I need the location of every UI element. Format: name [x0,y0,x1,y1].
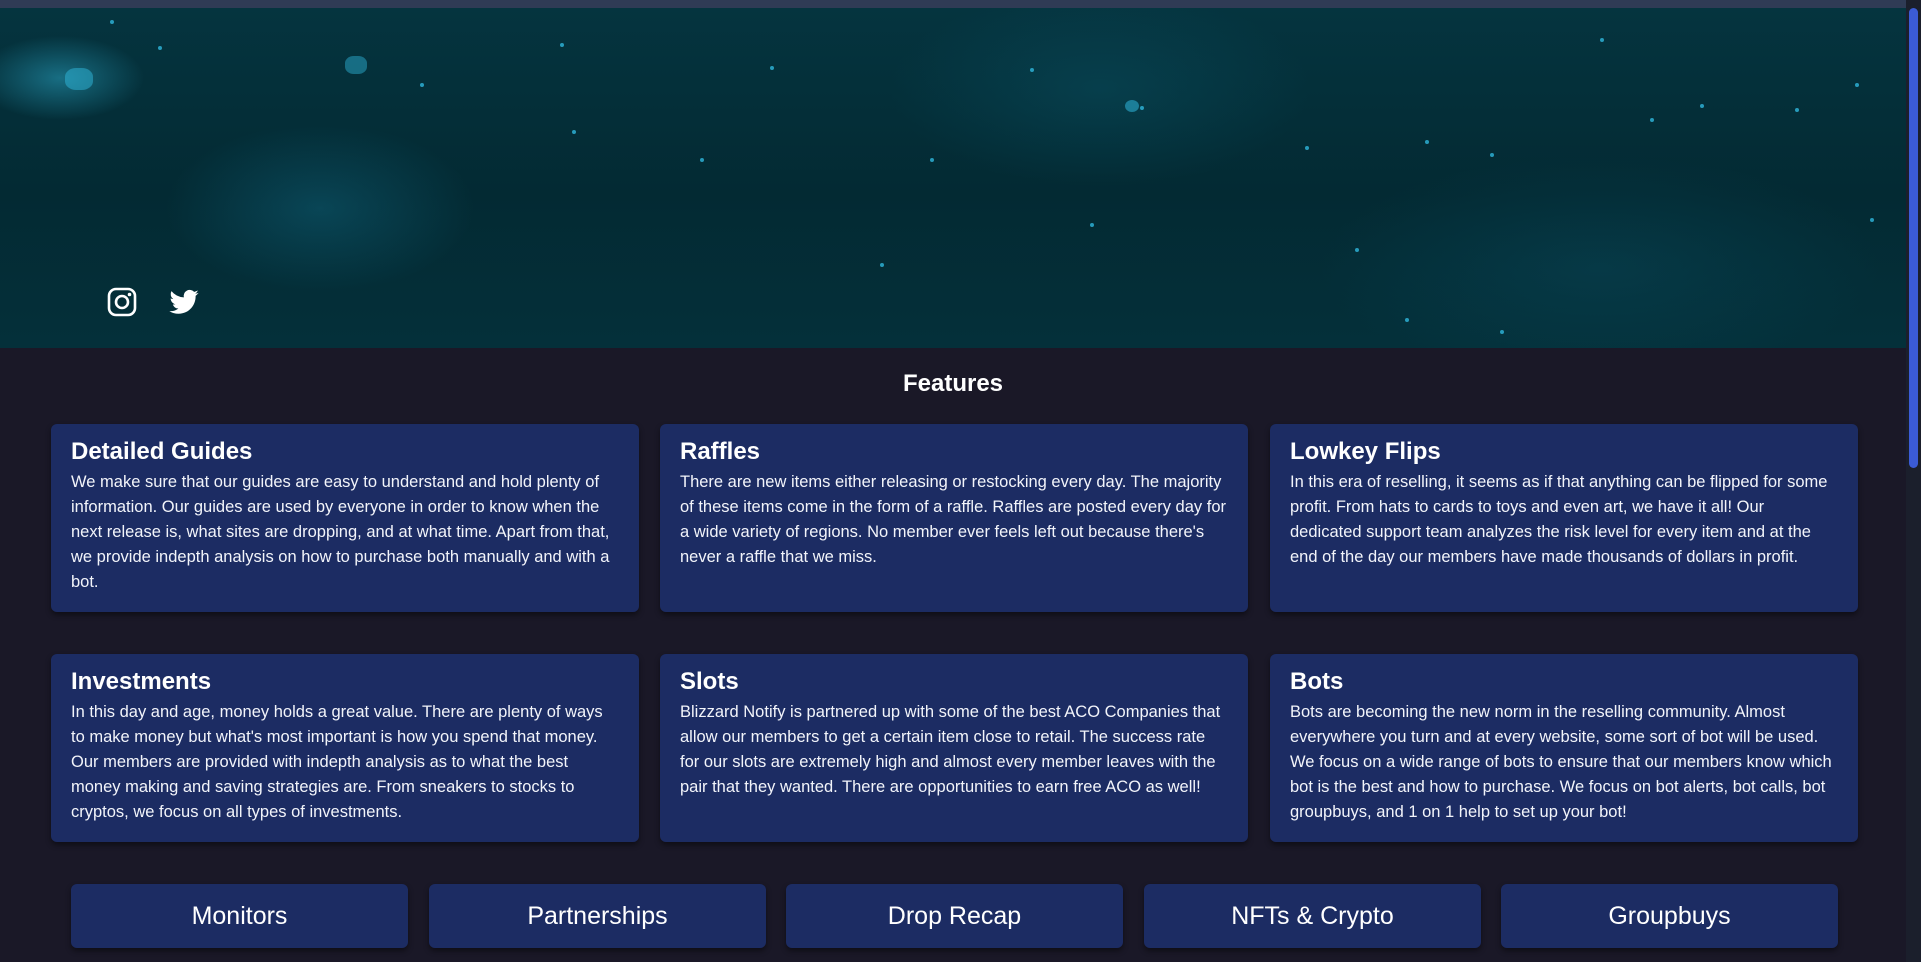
top-border [0,0,1921,8]
monitors-button[interactable]: Monitors [71,884,408,948]
feature-card-text: Bots are becoming the new norm in the re… [1290,703,1832,821]
feature-card-raffles: Raffles There are new items either relea… [660,424,1248,612]
feature-card-text: In this day and age, money holds a great… [71,703,603,821]
drop-recap-button[interactable]: Drop Recap [786,884,1123,948]
feature-card-slots: Slots Blizzard Notify is partnered up wi… [660,654,1248,842]
feature-card-investments: Investments In this day and age, money h… [51,654,639,842]
feature-card-title: Lowkey Flips [1290,438,1441,465]
feature-card-text: We make sure that our guides are easy to… [71,473,610,591]
instagram-icon[interactable] [106,286,138,318]
feature-card-lowkey-flips: Lowkey Flips In this era of reselling, i… [1270,424,1858,612]
twitter-icon[interactable] [168,286,200,318]
feature-card-title: Bots [1290,668,1344,695]
groupbuys-button[interactable]: Groupbuys [1501,884,1838,948]
feature-card-text: There are new items either releasing or … [680,473,1226,566]
feature-card-text: In this era of reselling, it seems as if… [1290,473,1828,566]
feature-card-title: Investments [71,668,212,695]
feature-card-title: Detailed Guides [71,438,253,465]
features-heading: Features [902,370,1004,397]
nfts-crypto-button[interactable]: NFTs & Crypto [1144,884,1481,948]
feature-card-detailed-guides: Detailed Guides We make sure that our gu… [51,424,639,612]
feature-card-bots: Bots Bots are becoming the new norm in t… [1270,654,1858,842]
scrollbar[interactable] [1906,0,1921,962]
feature-card-text: Blizzard Notify is partnered up with som… [680,703,1221,796]
feature-card-title: Slots [680,668,739,695]
scrollbar-thumb[interactable] [1909,8,1918,468]
partnerships-button[interactable]: Partnerships [429,884,766,948]
feature-card-title: Raffles [680,438,761,465]
hero-banner [0,8,1906,348]
social-links [106,286,200,318]
